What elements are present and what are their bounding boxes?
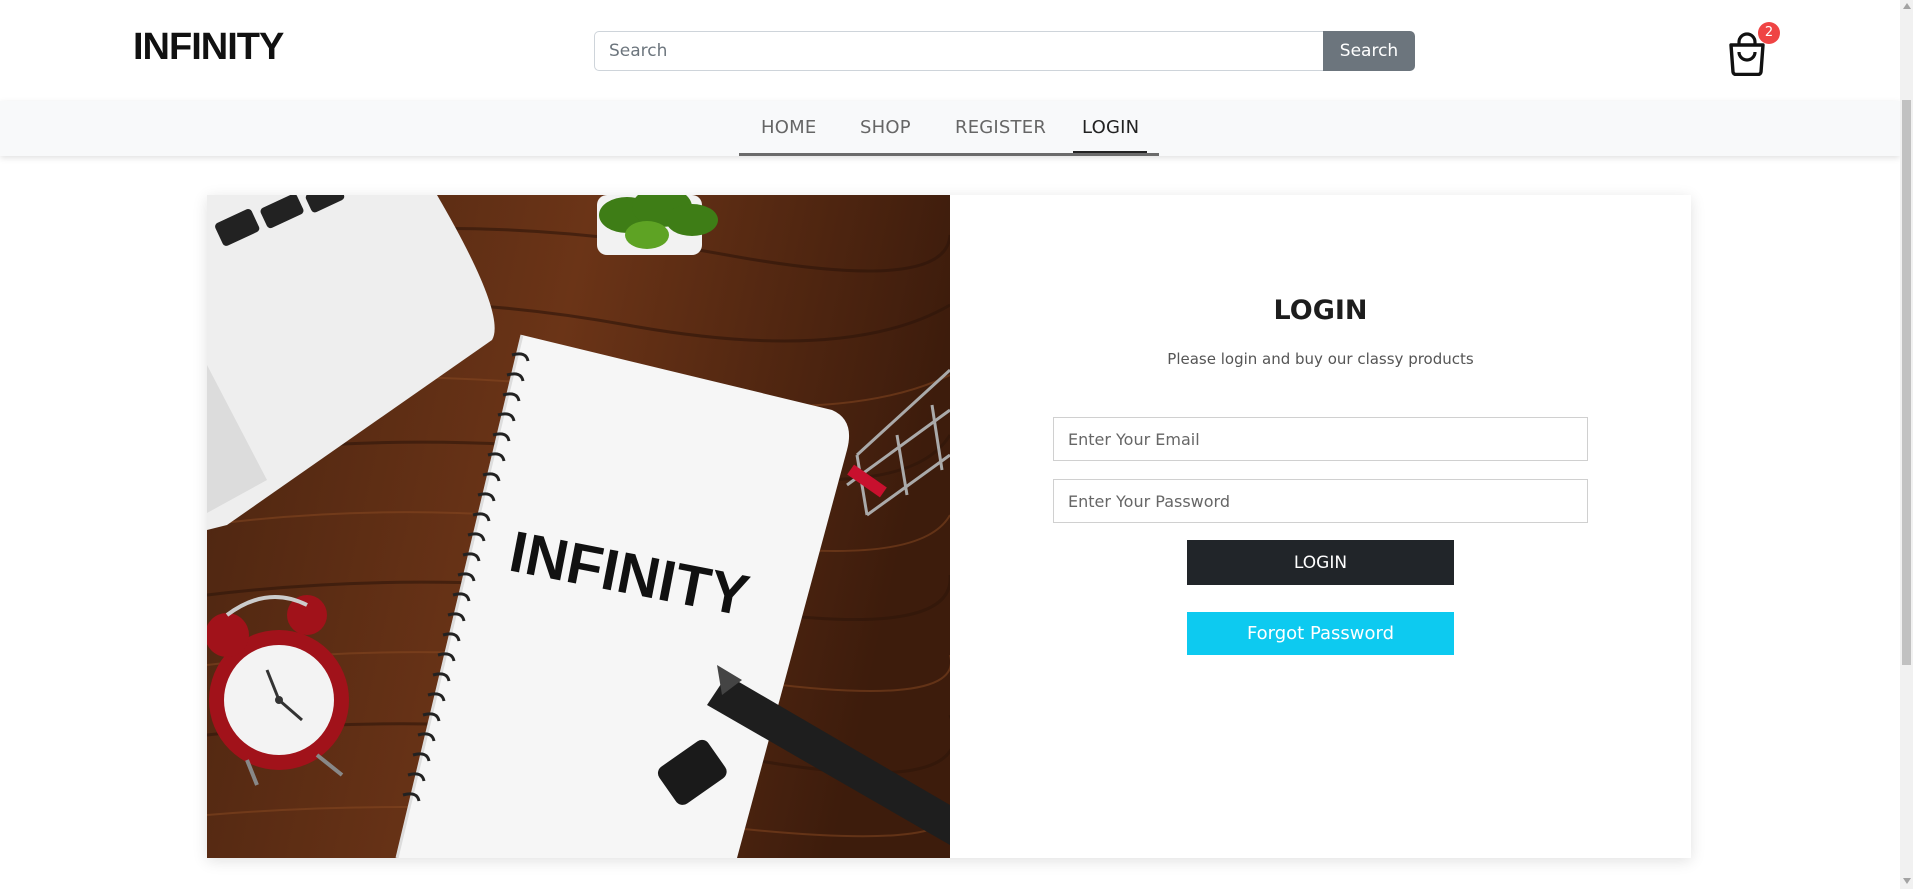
main-nav: HOME SHOP REGISTER LOGIN <box>0 101 1900 156</box>
top-header: INFINITY Search 2 <box>0 0 1900 101</box>
brand-logo[interactable]: INFINITY <box>133 26 284 69</box>
forgot-password-button[interactable]: Forgot Password <box>1187 612 1454 655</box>
nav-home[interactable]: HOME <box>761 117 816 138</box>
hero-image: INFINITY <box>207 195 950 858</box>
active-nav-indicator <box>1073 151 1147 153</box>
scroll-down-arrow-icon[interactable] <box>1903 878 1911 884</box>
nav-login[interactable]: LOGIN <box>1082 117 1139 138</box>
scrollbar-thumb[interactable] <box>1902 100 1911 665</box>
nav-shop[interactable]: SHOP <box>860 117 911 138</box>
login-form-panel: LOGIN Please login and buy our classy pr… <box>950 195 1691 858</box>
nav-register[interactable]: REGISTER <box>955 117 1046 138</box>
search-input[interactable] <box>594 31 1323 71</box>
login-heading: LOGIN <box>1273 295 1368 326</box>
search-button[interactable]: Search <box>1323 31 1415 71</box>
login-card: INFINITY LOGIN Please login and buy our … <box>207 195 1691 858</box>
login-button[interactable]: LOGIN <box>1187 540 1454 585</box>
search-bar: Search <box>594 31 1415 73</box>
cart-count-badge: 2 <box>1758 22 1780 44</box>
desk-illustration: INFINITY <box>207 195 950 858</box>
password-field[interactable] <box>1053 479 1588 523</box>
scroll-up-arrow-icon[interactable] <box>1903 3 1911 9</box>
login-subtitle: Please login and buy our classy products <box>1167 350 1474 368</box>
cart-button[interactable]: 2 <box>1727 22 1780 78</box>
email-field[interactable] <box>1053 417 1588 461</box>
page-scrollbar[interactable] <box>1900 0 1913 889</box>
